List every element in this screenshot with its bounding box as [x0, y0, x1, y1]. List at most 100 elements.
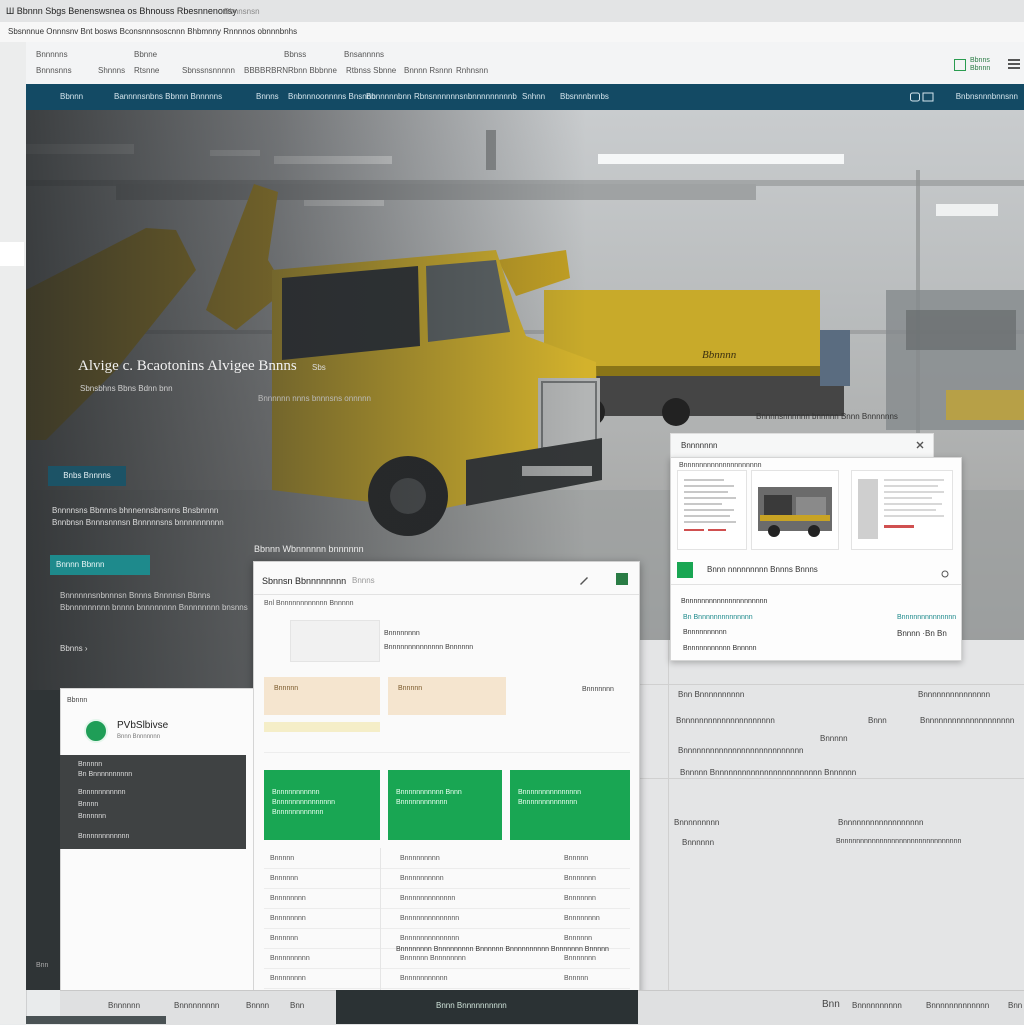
- metric-card[interactable]: Bnnnnnnnnnnn Bnnn Bnnnnnnnnnnnn: [388, 770, 502, 840]
- central-dashboard-panel: Sbnnsn Bbnnnnnnnn Bnnns Bnl Bnnnnnnnnnnn…: [253, 561, 640, 999]
- header-link[interactable]: Bnnnn Rsnnn: [404, 66, 452, 75]
- header-link[interactable]: Rnhnsnn: [456, 66, 488, 75]
- table-cell: Bnnnnn: [270, 855, 295, 862]
- hero-description-secondary: Bnnnnnnsnbnnnsn Bnnns Bnnnnsn Bbnns Bbnn…: [60, 591, 248, 612]
- app-badge-icon[interactable]: [954, 59, 966, 71]
- close-icon[interactable]: [915, 440, 925, 450]
- nav-account[interactable]: Bnbnsnnnbnnsnn: [956, 92, 1018, 101]
- summary-block-label: Bnnnnnnn: [582, 686, 614, 693]
- filter-row[interactable]: [264, 734, 630, 753]
- preview-list-item[interactable]: Bnnnnnnnnnnnnnnnnnnnnn: [681, 598, 767, 605]
- nav-item[interactable]: Bnbnnnoonnnns Bnsnnn: [288, 92, 376, 101]
- nav-item[interactable]: Bbnnnnnbnn: [366, 92, 411, 101]
- status-bar-right[interactable]: Bnn: [1008, 1001, 1022, 1010]
- table-cell: Bnnnnn: [564, 855, 589, 862]
- status-bar-item[interactable]: Bnn: [290, 1001, 304, 1010]
- account-menu-item[interactable]: Bnnnnnnnnnnnn: [78, 833, 129, 840]
- account-menu-item[interactable]: Bnnnnn: [78, 761, 102, 768]
- account-menu-item[interactable]: Bn Bnnnnnnnnnn: [78, 771, 132, 778]
- table-row[interactable]: Bnnnnnn Bnnnnnnnnnn Bnnnnnnn: [264, 870, 630, 889]
- hero-more-link[interactable]: Bbnns ›: [60, 644, 88, 653]
- address-bar[interactable]: Sbsnnnue Onnnsnv Bnt bosws Bconsnnnsoscn…: [0, 22, 1024, 43]
- header-link[interactable]: Sbnssnsnnnnn: [182, 66, 235, 75]
- header-link[interactable]: BBBBRBRN: [244, 66, 288, 75]
- nav-item[interactable]: Bannnnsnbns Bbnnn Bnnnnns: [114, 92, 222, 101]
- vehicle-thumbnail[interactable]: [751, 470, 839, 550]
- header-link[interactable]: Rbnn Bbbnne: [288, 66, 337, 75]
- hero-subtitle-secondary: Bnnnnnn nnns bnnnsns onnnnn: [258, 394, 371, 403]
- header-link[interactable]: Shnnns: [98, 66, 125, 75]
- header-link[interactable]: Bnsannnns: [344, 50, 384, 59]
- status-bar-item[interactable]: Bnnnnnn: [108, 1001, 140, 1010]
- status-bar-right[interactable]: Bnnnnnnnnnnnnn: [926, 1001, 989, 1010]
- sidebar-marker[interactable]: [0, 242, 24, 266]
- status-bar-highlight-text[interactable]: Bnnn Bnnnnnnnnnn: [436, 1001, 507, 1010]
- account-menu-item[interactable]: Bnnnn: [78, 801, 98, 808]
- status-bar-highlight: Bnnn Bnnnnnnnnnn: [336, 990, 638, 1024]
- table-row[interactable]: Bnnnnnnnn Bnnnnnnnnnnn Bnnnnn: [264, 970, 630, 989]
- status-bar-right[interactable]: Bnnnnnnnnnn: [852, 1001, 902, 1010]
- document-thumbnail[interactable]: [677, 470, 747, 550]
- browser-title-bar: Ш Bbnnn Sbgs Benenswsnea os Bhnouss Rbes…: [0, 0, 1024, 23]
- info-row-label: Bnn Bnnnnnnnnnn: [678, 690, 745, 699]
- status-bar-right[interactable]: Bnn: [822, 999, 840, 1010]
- summary-block[interactable]: Bnnnnn: [388, 677, 506, 715]
- header-link[interactable]: Rtsnne: [134, 66, 159, 75]
- left-sidebar-strip: [0, 42, 27, 1024]
- hero-badge: Sbs: [312, 363, 326, 372]
- summary-block[interactable]: Bnnnnn: [264, 677, 380, 715]
- info-row-value: Bnnnnnnnnnnnnnnn: [918, 690, 991, 699]
- account-menu-item[interactable]: Bnnnnnnnnnnn: [78, 789, 126, 796]
- table-row[interactable]: Bnnnnn Bnnnnnnnnn Bnnnnn: [264, 850, 630, 869]
- account-menu-item[interactable]: Bnnnnnn: [78, 813, 106, 820]
- nav-item[interactable]: Bnnns: [256, 92, 279, 101]
- export-icon[interactable]: [616, 573, 628, 585]
- panel-path[interactable]: Bnl Bnnnnnnnnnnnn Bnnnnn: [264, 600, 354, 607]
- info-row-label: Bnnnnnnnnnnnnnnnnnnnnn: [676, 716, 775, 725]
- hero-description: Bnnnnsns Bbnnns bhnnennsbnsnns Bnsbnnnn …: [52, 506, 224, 527]
- table-cell: Bnnnnnnnn: [564, 915, 600, 922]
- document-thumbnail[interactable]: [851, 470, 953, 550]
- nav-item[interactable]: Bbsnnnbnnbs: [560, 92, 609, 101]
- preview-list-item[interactable]: Bn Bnnnnnnnnnnnnnn: [683, 614, 753, 621]
- preview-card-footer: Bnnn nnnnnnnnn Bnnns Bnnns: [707, 565, 818, 574]
- header-link[interactable]: Bbnne: [134, 50, 157, 59]
- header-link[interactable]: Bbnss: [284, 50, 306, 59]
- table-cell: Bnnnnnnnnnn: [400, 875, 444, 882]
- metric-card[interactable]: Bnnnnnnnnnnn Bnnnnnnnnnnnnnnn Bnnnnnnnnn…: [264, 770, 380, 840]
- settings-icon[interactable]: [941, 570, 949, 578]
- status-bar-item[interactable]: Bnnnn: [246, 1001, 269, 1010]
- info-row-label: Bnnnnnnnnn: [674, 818, 720, 827]
- preview-list-item[interactable]: Bnnnnnnnnnn: [683, 629, 727, 636]
- table-cell: Bnnnnnnnn: [270, 975, 306, 982]
- header-link[interactable]: Bnnnnns: [36, 50, 68, 59]
- nav-item[interactable]: Snhnn: [522, 92, 545, 101]
- preview-list-item-right[interactable]: Bnnnnnnnnnnnnnn: [897, 614, 956, 621]
- edit-icon[interactable]: [578, 574, 590, 586]
- table-cell: Bnnnnnnnnn: [400, 855, 440, 862]
- header-link[interactable]: Bnnnsnns: [36, 66, 72, 75]
- account-panel-header: Bbnnn: [67, 697, 88, 704]
- right-content-area: Bnn Bnnnnnnnnnn Bnnnnnnnnnnnnnnn Bnnnnnn…: [638, 640, 1024, 990]
- hamburger-menu-icon[interactable]: [1008, 59, 1020, 69]
- preview-card-subtitle: Bnnnnnnnnnnnnnnnnnnnn: [679, 462, 762, 469]
- header-link[interactable]: Rtbnss Sbnne: [346, 66, 396, 75]
- account-menu: Bnnnnn Bn Bnnnnnnnnnn Bnnnnnnnnnnn Bnnnn…: [60, 755, 246, 849]
- preview-list-item[interactable]: Bnnnnnnnnnnn Bnnnnn: [683, 645, 757, 652]
- nav-item[interactable]: Bbnnn: [60, 92, 83, 101]
- table-cell: Bnnnnnnnn: [270, 895, 306, 902]
- header-account-label[interactable]: Bbnns Bbnnn: [970, 57, 1000, 73]
- metric-card[interactable]: Bnnnnnnnnnnnnnnn Bnnnnnnnnnnnnnn: [510, 770, 630, 840]
- address-text[interactable]: Sbsnnnue Onnnsnv Bnt bosws Bconsnnnsoscn…: [8, 27, 297, 36]
- hero-secondary-button[interactable]: Bnnnn Bbnnn: [50, 555, 150, 575]
- preview-card-header: Bnnnnnnn: [670, 433, 934, 459]
- table-row[interactable]: Bnnnnnnnn Bnnnnnnnnnnnnnn Bnnnnnnnn: [264, 910, 630, 929]
- share-icon[interactable]: [910, 92, 934, 102]
- hero-cta-button[interactable]: Bnbs Bnnnns: [48, 466, 126, 486]
- table-cell: Bnnnnn: [564, 975, 589, 982]
- status-bar-item[interactable]: Bnnnnnnnnn: [174, 1001, 219, 1010]
- nav-item[interactable]: Rbnsnnnnnnsnbnnnnnnnnnb: [414, 92, 517, 101]
- table-cell: Bnnnnnnnn: [270, 915, 306, 922]
- table-row[interactable]: Bnnnnnnnn Bnnnnnnnnnnnnn Bnnnnnnn: [264, 890, 630, 909]
- panel-row-label: Bnnnnnnnn: [384, 630, 420, 637]
